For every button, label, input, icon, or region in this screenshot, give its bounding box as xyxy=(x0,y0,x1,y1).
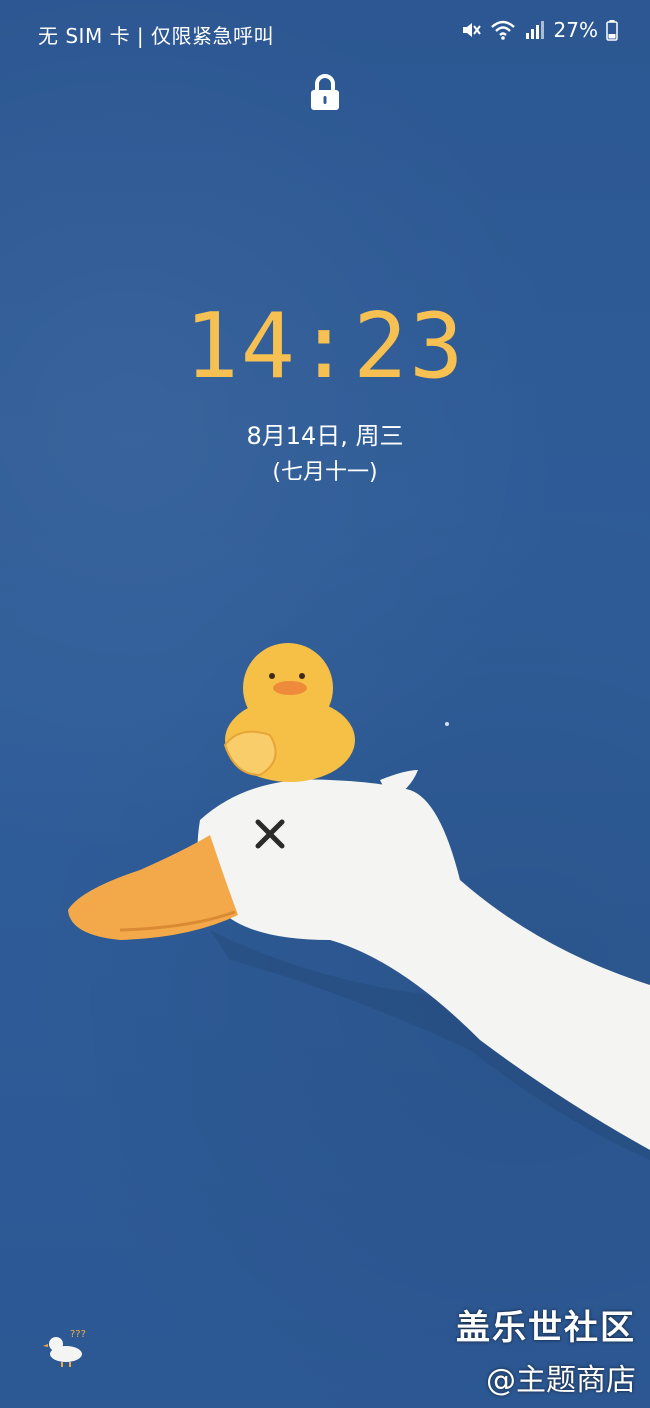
watermark-community: 盖乐世社区 xyxy=(456,1308,636,1348)
lock-icon[interactable] xyxy=(309,72,341,112)
duck-shortcut-icon[interactable]: ??? xyxy=(42,1326,90,1368)
lunar-date: (七月十一) xyxy=(272,460,378,485)
wifi-icon xyxy=(490,19,516,41)
battery-icon xyxy=(606,19,618,41)
status-icons: 27% xyxy=(460,18,618,42)
watermark: 盖乐世社区 @主题商店 xyxy=(456,1300,636,1399)
signal-icon xyxy=(524,19,546,41)
watermark-theme-store: @主题商店 xyxy=(486,1363,636,1398)
carrier-text: 无 SIM 卡 | 仅限紧急呼叫 xyxy=(38,24,275,48)
battery-percentage: 27% xyxy=(553,18,598,42)
lockscreen-clock: 14:23 xyxy=(184,294,466,399)
lockscreen-date: 8月14日, 周三 xyxy=(246,422,404,450)
svg-text:???: ??? xyxy=(70,1329,86,1340)
wallpaper-illustration xyxy=(68,643,650,1160)
mute-icon xyxy=(460,19,482,41)
status-bar: 无 SIM 卡 | 仅限紧急呼叫 27% xyxy=(0,0,650,64)
